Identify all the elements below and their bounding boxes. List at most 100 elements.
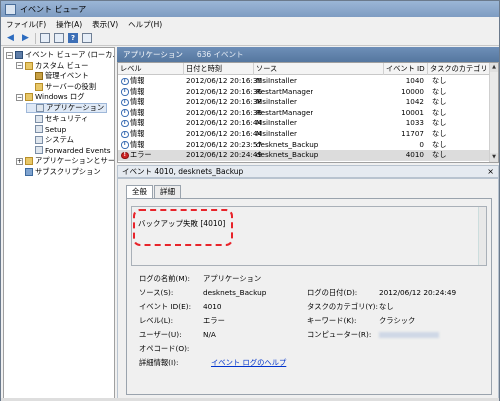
event-id-value: 4010 (203, 302, 222, 311)
tree-item[interactable]: サブスクリプション (16, 167, 101, 177)
show-hide-action-pane-icon[interactable] (82, 33, 92, 43)
tree-item[interactable]: サーバーの役割 (26, 82, 96, 92)
tree-item[interactable]: − Windows ログ (16, 92, 85, 102)
tab-details[interactable]: 詳細 (154, 185, 181, 198)
tree-item[interactable]: + アプリケーションとサービス ロ (16, 156, 114, 166)
information-icon: i (121, 119, 129, 128)
table-row[interactable]: i 情報 2012/06/12 20:23:57 desknets_Backup 0 なし (118, 140, 490, 151)
tree-item[interactable]: Forwarded Events (26, 145, 111, 155)
expand-icon[interactable]: + (16, 157, 23, 165)
scroll-down-arrow-icon[interactable]: ▼ (490, 153, 498, 162)
tree-item-label: サブスクリプション (35, 166, 101, 176)
help-icon[interactable]: ? (68, 33, 78, 43)
cell-level: 情報 (130, 86, 145, 96)
cell-level: 情報 (130, 97, 145, 107)
error-icon: ! (121, 151, 129, 160)
table-row[interactable]: i 情報 2012/06/12 20:16:38 RestartManager 1000… (118, 108, 490, 119)
tree-item-label: アプリケーション (46, 103, 105, 112)
cell-category: なし (432, 97, 447, 107)
cell-datetime: 2012/06/12 20:16:35 (186, 76, 262, 85)
tree-item[interactable]: システム (26, 135, 74, 145)
computer-label: コンピューター(R): (307, 330, 372, 339)
cell-level: 情報 (130, 107, 145, 117)
task-category-label: タスクのカテゴリ(Y): (307, 302, 378, 311)
toolbar: ◀ ▶ ? (1, 31, 499, 46)
information-icon: i (121, 141, 129, 149)
column-task-category[interactable]: タスクのカテゴリ (428, 63, 490, 75)
table-row[interactable]: ! エラー 2012/06/12 20:24:49 desknets_Backup 40… (118, 150, 490, 161)
cell-id: 10001 (401, 107, 424, 117)
cell-id: 11707 (401, 129, 424, 138)
list-scrollbar[interactable]: ▲ ▼ (489, 63, 498, 162)
cell-category: なし (432, 76, 447, 85)
log-icon (35, 125, 43, 134)
menu-file[interactable]: ファイル(F) (1, 19, 51, 30)
cell-category: なし (432, 118, 447, 128)
back-arrow-icon[interactable]: ◀ (5, 33, 16, 44)
folder-icon (25, 61, 33, 70)
log-header: アプリケーション 636 イベント (117, 47, 499, 62)
tree-item[interactable]: Setup (26, 124, 66, 134)
tab-general[interactable]: 全般 (126, 185, 153, 199)
column-level[interactable]: レベル (118, 63, 184, 75)
cell-datetime: 2012/06/12 20:23:57 (186, 139, 262, 149)
cell-id: 0 (419, 139, 424, 149)
log-name-label: ログの名前(M): (139, 274, 190, 283)
event-message-box[interactable]: バックアップ失敗 [4010] (131, 206, 487, 266)
information-icon: i (121, 88, 129, 96)
cell-level: 情報 (130, 118, 145, 128)
forward-arrow-icon[interactable]: ▶ (20, 33, 31, 44)
level-value: エラー (203, 316, 225, 325)
table-row[interactable]: i 情報 2012/06/12 20:16:35 MsiInstaller 1040 なし (118, 76, 490, 87)
column-source[interactable]: ソース (254, 63, 384, 75)
menu-help[interactable]: ヘルプ(H) (123, 19, 167, 30)
tree-item[interactable]: − カスタム ビュー (16, 61, 88, 71)
window-title: イベント ビューア (20, 4, 87, 14)
tree-item[interactable]: − イベント ビューア (ローカル) (6, 50, 114, 60)
collapse-icon[interactable]: − (16, 62, 23, 70)
menu-action[interactable]: 操作(A) (51, 19, 87, 30)
show-hide-tree-icon[interactable] (54, 33, 64, 43)
cell-source: desknets_Backup (256, 139, 319, 149)
cell-source: MsiInstaller (256, 118, 297, 128)
folder-icon (25, 157, 33, 165)
tree-item[interactable]: セキュリティ (26, 114, 88, 124)
tree-item[interactable]: アプリケーション (26, 103, 108, 113)
navigation-tree: − イベント ビューア (ローカル) − カスタム ビュー 管理イベント サーバーの役割 −… (3, 47, 115, 400)
cell-source: MsiInstaller (256, 76, 297, 85)
collapse-icon[interactable]: − (16, 93, 23, 101)
folder-icon (25, 93, 33, 102)
collapse-icon[interactable]: − (6, 51, 13, 59)
detail-title: イベント 4010, desknets_Backup (122, 167, 244, 176)
scroll-up-arrow-icon[interactable]: ▲ (490, 63, 498, 72)
table-row[interactable]: i 情報 2012/06/12 20:16:44 MsiInstaller 11707 な… (118, 129, 490, 140)
general-tab-panel: バックアップ失敗 [4010] ログの名前(M): アプリケーション ソース(S… (126, 198, 492, 395)
tree-item[interactable]: 管理イベント (26, 71, 89, 81)
logged-label: ログの日付(D): (307, 288, 358, 297)
up-folder-icon[interactable] (40, 33, 50, 43)
tree-item-label: Windows ログ (35, 92, 85, 102)
cell-id: 1040 (405, 76, 424, 85)
table-row[interactable]: i 情報 2012/06/12 20:16:38 MsiInstaller 1042 なし (118, 97, 490, 108)
cell-level: 情報 (130, 76, 145, 85)
column-event-id[interactable]: イベント ID (384, 63, 428, 75)
event-detail-pane: 全般 詳細 バックアップ失敗 [4010] ログの名前(M): アプリケーション… (117, 178, 499, 400)
cell-datetime: 2012/06/12 20:24:49 (186, 150, 262, 160)
close-icon[interactable]: × (487, 167, 494, 176)
cell-category: なし (432, 150, 447, 160)
event-viewer-window: イベント ビューア ファイル(F) 操作(A) 表示(V) ヘルプ(H) ◀ ▶… (0, 0, 500, 401)
log-icon (35, 146, 43, 155)
event-count: 636 イベント (196, 50, 244, 59)
tree-item-label: セキュリティ (45, 113, 89, 123)
cell-id: 10000 (401, 86, 424, 96)
event-log-help-link[interactable]: イベント ログのヘルプ (211, 358, 286, 368)
table-row[interactable]: i 情報 2012/06/12 20:16:36 RestartManager 1000… (118, 87, 490, 98)
column-datetime[interactable]: 日付と時刻 (184, 63, 254, 75)
message-scrollbar[interactable] (478, 207, 486, 265)
information-icon: i (121, 130, 129, 138)
menu-view[interactable]: 表示(V) (87, 19, 123, 30)
cell-datetime: 2012/06/12 20:16:38 (186, 107, 262, 117)
task-category-value: なし (379, 302, 394, 311)
table-row[interactable]: i 情報 2012/06/12 20:16:44 MsiInstaller 1033 なし (118, 118, 490, 129)
level-label: レベル(L): (139, 316, 174, 325)
